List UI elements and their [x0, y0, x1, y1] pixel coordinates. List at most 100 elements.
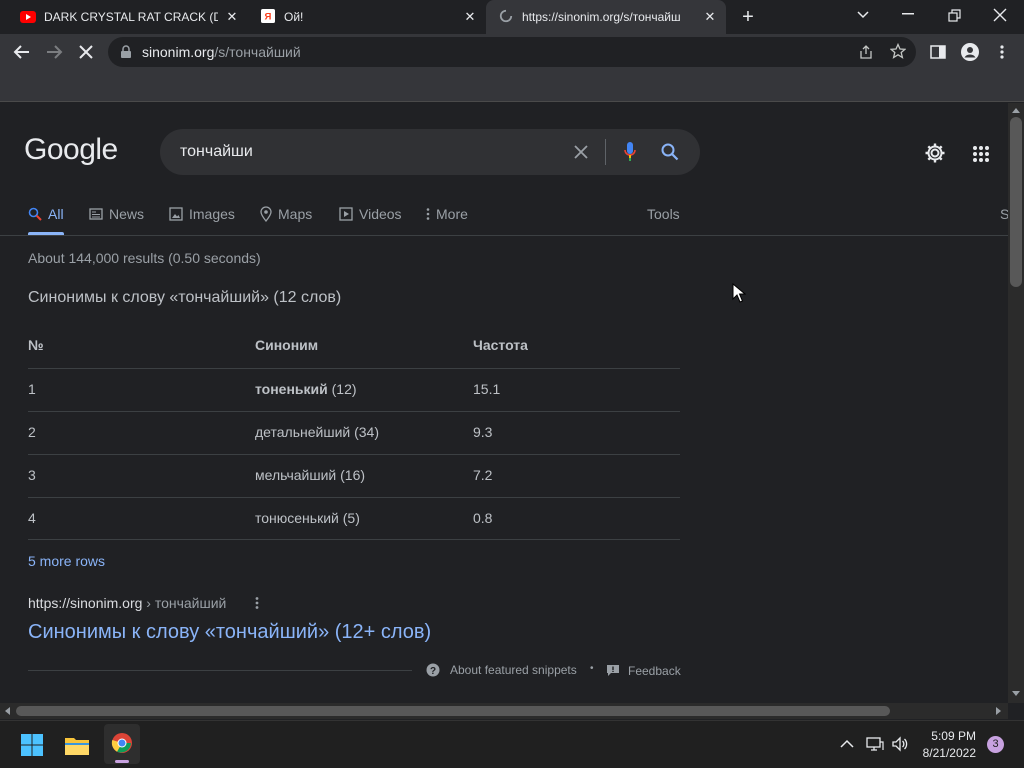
volume-speaker-icon[interactable]	[891, 736, 909, 752]
tools-button[interactable]: Tools	[647, 206, 680, 222]
voice-search-mic-icon[interactable]	[623, 141, 637, 163]
search-icon[interactable]	[661, 143, 679, 161]
svg-text:?: ?	[430, 666, 436, 677]
restore-icon[interactable]	[948, 9, 962, 23]
new-tab-plus-icon[interactable]: +	[738, 7, 758, 27]
synonym-count: (16)	[340, 467, 366, 483]
address-bar[interactable]: sinonim.org/s/тончайший	[108, 37, 916, 67]
chrome-taskbar-button[interactable]	[104, 724, 140, 764]
result-title-link[interactable]: Синонимы к слову «тончайший» (12+ слов)	[28, 621, 431, 644]
videos-icon	[339, 207, 353, 221]
side-panel-icon[interactable]	[930, 44, 946, 60]
close-tab-icon[interactable]: ✕	[224, 9, 240, 25]
scroll-left-arrow-icon[interactable]	[4, 707, 10, 715]
windows-start-icon[interactable]	[21, 734, 43, 756]
source-path: › тончайший	[146, 595, 227, 611]
url-path: /s/тончайший	[214, 44, 301, 60]
help-question-icon[interactable]: ?	[426, 663, 440, 677]
snippet-heading: Синонимы к слову «тончайший» (12 слов)	[28, 289, 342, 306]
scroll-up-arrow-icon[interactable]	[1012, 107, 1020, 113]
horizontal-scrollbar[interactable]	[0, 703, 1008, 719]
row-synonym: тонюсенький (5)	[255, 510, 360, 526]
tab-label: Maps	[278, 206, 313, 222]
tab-more[interactable]: More	[426, 206, 468, 222]
feedback-icon[interactable]	[606, 664, 620, 676]
search-input[interactable]: тончайши	[180, 143, 253, 161]
horizontal-scroll-thumb[interactable]	[16, 706, 890, 716]
url-text: sinonim.org/s/тончайший	[142, 44, 301, 60]
windows-taskbar: 5:09 PM 8/21/2022 3	[0, 720, 1024, 768]
stop-loading-icon[interactable]	[77, 44, 95, 60]
tab-search-chevron-icon[interactable]	[856, 10, 870, 20]
more-vertical-dots-icon	[426, 208, 430, 220]
yandex-icon: Я	[261, 9, 275, 23]
search-results-page: Google тончайши All News Images Maps Vid…	[0, 103, 1008, 703]
mouse-cursor-icon	[732, 283, 746, 303]
table-row: 4 тонюсенький (5) 0.8	[28, 497, 680, 540]
profile-avatar-icon[interactable]	[960, 42, 980, 62]
tab-news[interactable]: News	[89, 206, 144, 222]
tab-yandex[interactable]: Я Ой! ✕	[248, 0, 486, 34]
table-row: 2 детальнейший (34) 9.3	[28, 411, 680, 454]
chrome-icon	[111, 733, 132, 753]
forward-arrow-icon[interactable]	[45, 44, 63, 60]
tab-label: Videos	[359, 206, 402, 222]
google-logo[interactable]: Google	[24, 133, 118, 167]
close-tab-icon[interactable]: ✕	[462, 9, 478, 25]
lock-icon[interactable]	[120, 45, 132, 59]
table-row: 3 мельчайший (16) 7.2	[28, 454, 680, 497]
table-header-synonym: Синоним	[255, 337, 319, 353]
synonym-word: детальнейший	[255, 424, 351, 440]
active-app-indicator	[115, 760, 129, 763]
scroll-down-arrow-icon[interactable]	[1012, 691, 1020, 697]
settings-gear-icon[interactable]	[924, 142, 946, 164]
tab-sinonim-active[interactable]: https://sinonim.org/s/тончайш ✕	[486, 0, 726, 34]
browser-menu-icon[interactable]	[999, 44, 1005, 60]
more-rows-link[interactable]: 5 more rows	[28, 553, 105, 569]
row-synonym: мельчайший (16)	[255, 467, 365, 483]
tab-label: Images	[189, 206, 235, 222]
tab-youtube[interactable]: DARK CRYSTAL RAT CRACK (DCR ✕	[0, 0, 248, 34]
clear-icon[interactable]	[573, 144, 589, 160]
synonym-count: (12)	[331, 381, 357, 397]
vertical-scrollbar[interactable]	[1008, 103, 1024, 703]
bookmark-star-icon[interactable]	[890, 43, 906, 59]
tab-images[interactable]: Images	[169, 206, 235, 222]
tab-maps[interactable]: Maps	[260, 206, 312, 222]
row-frequency: 0.8	[473, 510, 493, 526]
truncated-link[interactable]: S	[1000, 206, 1008, 222]
close-tab-icon[interactable]: ✕	[702, 9, 718, 25]
maps-pin-icon	[260, 206, 272, 222]
window-close-icon[interactable]	[993, 8, 1007, 22]
tab-label: All	[48, 206, 64, 222]
minimize-icon[interactable]	[902, 13, 916, 15]
table-row: 1 тоненький (12) 15.1	[28, 368, 680, 411]
about-featured-snippets-link[interactable]: About featured snippets	[450, 663, 577, 677]
footer-separator: •	[590, 663, 594, 674]
file-explorer-icon[interactable]	[64, 735, 90, 756]
clock-time[interactable]: 5:09 PM	[918, 729, 976, 743]
vertical-scroll-thumb[interactable]	[1010, 117, 1022, 287]
tab-all[interactable]: All	[28, 206, 64, 222]
search-multicolor-icon	[28, 207, 42, 221]
search-box[interactable]: тончайши	[160, 129, 700, 175]
url-domain: sinonim.org	[142, 44, 215, 60]
tab-videos[interactable]: Videos	[339, 206, 402, 222]
row-frequency: 15.1	[473, 381, 501, 397]
back-arrow-icon[interactable]	[13, 44, 31, 60]
table-header-frequency: Частота	[473, 337, 528, 353]
scroll-right-arrow-icon[interactable]	[996, 707, 1002, 715]
notification-badge[interactable]: 3	[987, 736, 1004, 753]
google-apps-grid-icon[interactable]	[972, 145, 990, 163]
images-icon	[169, 207, 183, 221]
network-icon[interactable]	[866, 736, 884, 752]
result-breadcrumb[interactable]: https://sinonim.org › тончайший	[28, 595, 226, 611]
feedback-link[interactable]: Feedback	[628, 664, 681, 678]
clock-date[interactable]: 8/21/2022	[918, 746, 976, 760]
share-icon[interactable]	[858, 44, 874, 60]
show-hidden-icons-chevron-icon[interactable]	[840, 739, 854, 749]
loading-spinner-icon	[499, 9, 513, 23]
browser-toolbar: sinonim.org/s/тончайший	[0, 34, 1024, 70]
synonym-count: (34)	[354, 424, 380, 440]
result-more-options-icon[interactable]	[255, 596, 259, 610]
